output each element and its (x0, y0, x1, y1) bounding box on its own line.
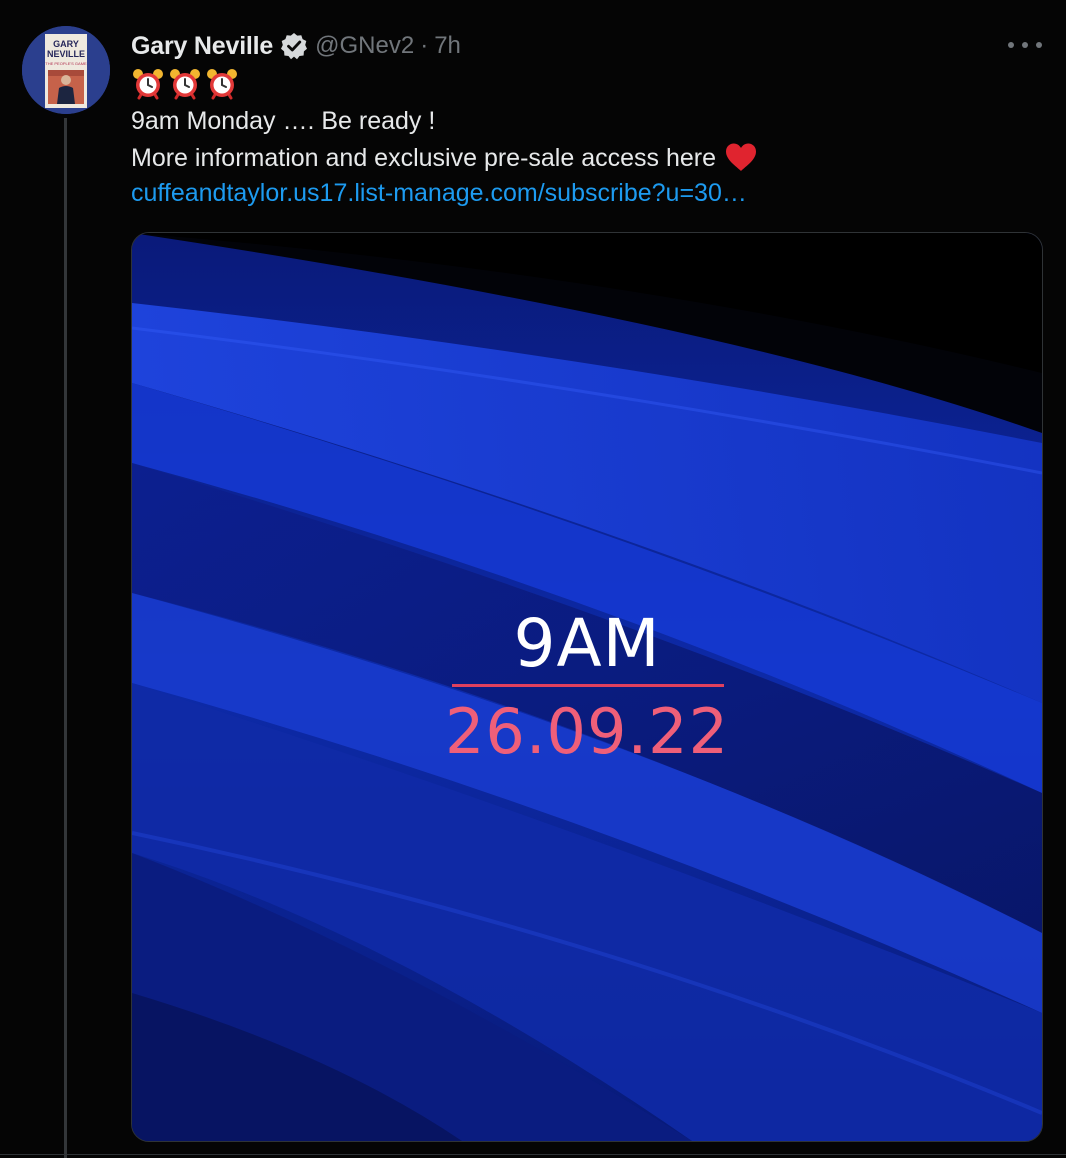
author-name[interactable]: Gary Neville (131, 32, 273, 61)
separator-dot: · (420, 32, 429, 59)
tweet-text-line-2-content: More information and exclusive pre-sale … (131, 144, 716, 172)
verified-badge-icon (279, 31, 309, 61)
tweet-timestamp[interactable]: 7h (434, 32, 461, 60)
tweet-view: GARY NEVILLE THE PEOPLE'S GAME Gary Nevi… (0, 0, 1066, 1158)
media-time-text: 9AM (513, 605, 661, 682)
avatar-book-title-1: GARY (53, 39, 79, 49)
alarm-clock-icon (207, 69, 237, 100)
avatar[interactable]: GARY NEVILLE THE PEOPLE'S GAME (22, 26, 110, 114)
media-abstract-background (132, 233, 1042, 1141)
tweet-link[interactable]: cuffeandtaylor.us17.list-manage.com/subs… (131, 178, 747, 208)
thread-connector-line (64, 118, 67, 1158)
media-date-text: 26.09.22 (444, 695, 730, 768)
tweet-text-line-1: 9am Monday …. Be ready ! (131, 107, 436, 135)
tweet-text-line-2: More information and exclusive pre-sale … (131, 142, 758, 179)
alarm-clock-icon (170, 69, 200, 100)
divider (0, 1154, 1066, 1155)
tweet-media-image[interactable]: 9AM 26.09.22 (131, 232, 1043, 1142)
media-divider-line (452, 684, 724, 687)
author-handle[interactable]: @GNev2 (315, 32, 414, 60)
alarm-emoji-row (131, 67, 239, 101)
avatar-book-cover: GARY NEVILLE THE PEOPLE'S GAME (22, 26, 110, 114)
tweet-header: Gary Neville @GNev2 · 7h (131, 28, 461, 64)
red-heart-icon (724, 142, 758, 179)
alarm-clock-icon (133, 69, 163, 100)
avatar-book-title-2: NEVILLE (47, 49, 85, 59)
avatar-book-subtitle: THE PEOPLE'S GAME (45, 61, 87, 66)
more-options-icon[interactable] (1008, 32, 1042, 58)
